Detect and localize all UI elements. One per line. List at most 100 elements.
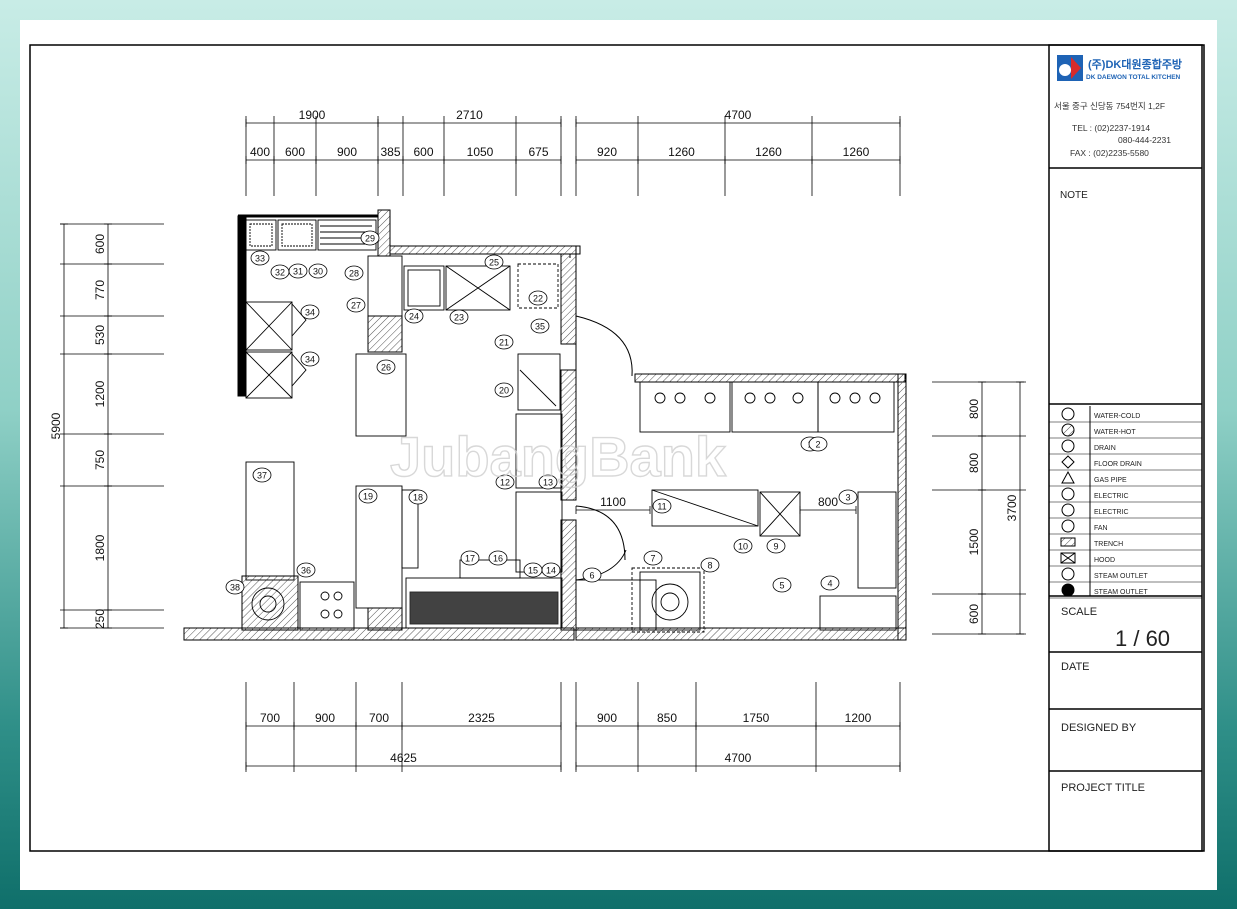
equipment-tag: 36 [296,562,316,578]
legend-label: STEAM OUTLET [1094,589,1148,596]
svg-text:35: 35 [535,322,545,332]
equipment-tag: 5 [772,577,792,593]
equipment-tag: 32 [270,264,290,280]
dimension-label: 5900 [49,412,63,439]
dimension-label: 530 [93,325,107,345]
svg-text:25: 25 [489,258,499,268]
dimension: 3700 [1005,381,1024,635]
dimension: 600 [402,145,445,164]
dimension-label: 800 [818,495,838,509]
dimension: 750 [93,433,112,487]
svg-text:38: 38 [230,583,240,593]
svg-text:8: 8 [707,561,712,571]
svg-text:27: 27 [351,301,361,311]
dimension-label: 770 [93,280,107,300]
dimension-label: 600 [413,145,433,159]
legend-item: FAN [1049,519,1202,535]
dimension: 5900 [49,223,68,629]
svg-text:21: 21 [499,338,509,348]
svg-text:22: 22 [533,294,543,304]
equipment-tag: 17 [460,550,480,566]
legend-label: WATER-HOT [1094,429,1136,436]
svg-text:24: 24 [409,312,419,322]
svg-text:17: 17 [465,554,475,564]
dimension-label: 250 [93,609,107,629]
dimension: 1050 [443,145,517,164]
svg-text:36: 36 [301,566,311,576]
equipment-tag: 30 [308,263,328,279]
equipment-tag: 38 [225,579,245,595]
svg-text:10: 10 [738,542,748,552]
dimension-label: 2710 [456,108,483,122]
dimension: 400 [245,145,275,164]
dimension: 600 [967,593,986,635]
legend-item: WATER-COLD [1049,407,1202,423]
legend-item: TRENCH [1049,537,1202,551]
door-swing [575,315,633,377]
dimension: 4625 [245,751,562,770]
dimension: 2325 [401,711,562,730]
dimension: 900 [575,711,639,730]
equipment-tag: 23 [449,309,469,325]
dimension-label: 4700 [725,108,752,122]
legend-item: ELECTRIC [1049,503,1202,519]
legend-label: DRAIN [1094,445,1116,452]
equipment-tag: 29 [360,230,380,246]
symbol-legend: WATER-COLD WATER-HOT DRAIN FLOOR DRAIN GAS P… [1049,406,1202,599]
svg-text:5: 5 [779,581,784,591]
dimension-label: 2325 [468,711,495,725]
dimension-label: 800 [967,399,981,419]
equipment-tag: 14 [541,562,561,578]
equipment-tag: 28 [344,265,364,281]
legend-item: GAS PIPE [1049,470,1202,487]
dimension-label: 4700 [725,751,752,765]
date-label: DATE [1061,661,1090,673]
svg-text:16: 16 [493,554,503,564]
dimension: 1900 [245,108,379,127]
dimension-label: 850 [657,711,677,725]
equipment-tag: 25 [484,254,504,270]
dimension: 1260 [637,145,726,164]
dimension-label: 700 [260,711,280,725]
legend-label: WATER-COLD [1094,413,1140,420]
wall-left-solid [237,215,247,397]
dimension-label: 1260 [843,145,870,159]
dimension-label: 1800 [93,534,107,561]
dimension-label: 920 [597,145,617,159]
dimension: 700 [245,711,295,730]
dimension: 250 [93,609,112,629]
legend-label: TRENCH [1094,541,1123,548]
svg-text:2: 2 [815,440,820,450]
dimension-label: 600 [285,145,305,159]
dimension-label: 1200 [93,380,107,407]
dimension-label: 600 [967,604,981,624]
equipment-tag: 19 [358,488,378,504]
project-label: PROJECT TITLE [1061,782,1145,794]
svg-text:37: 37 [257,471,267,481]
scale-value: 1 / 60 [1115,626,1170,651]
legend-label: ELECTRIC [1094,509,1129,516]
legend-label: HOOD [1094,557,1115,564]
dimension: 700 [355,711,403,730]
logo-sub: DK DAEWON TOTAL KITCHEN [1086,74,1181,81]
watermark: JubangBank [390,425,727,488]
dimension: 1800 [93,485,112,611]
svg-text:29: 29 [365,234,375,244]
dimension-label: 1500 [967,528,981,555]
legend-item: DRAIN [1049,439,1202,455]
equipment-tag: 27 [346,297,366,313]
contact-fax: FAX : (02)2235-5580 [1070,148,1149,158]
svg-text:19: 19 [363,492,373,502]
svg-text:34: 34 [305,355,315,365]
logo-brand: (주)DK대원종합주방 [1088,57,1182,71]
legend-item: STEAM OUTLET [1049,567,1202,583]
legend-item: ELECTRIC [1049,487,1202,503]
dimension: 920 [575,145,639,164]
equipment-tag: 33 [250,250,270,266]
equipment-tag: 35 [530,318,550,334]
svg-text:18: 18 [413,493,423,503]
dimension: 4700 [575,751,901,770]
svg-text:4: 4 [827,579,832,589]
equipment-tag: 10 [733,538,753,554]
svg-text:28: 28 [349,269,359,279]
